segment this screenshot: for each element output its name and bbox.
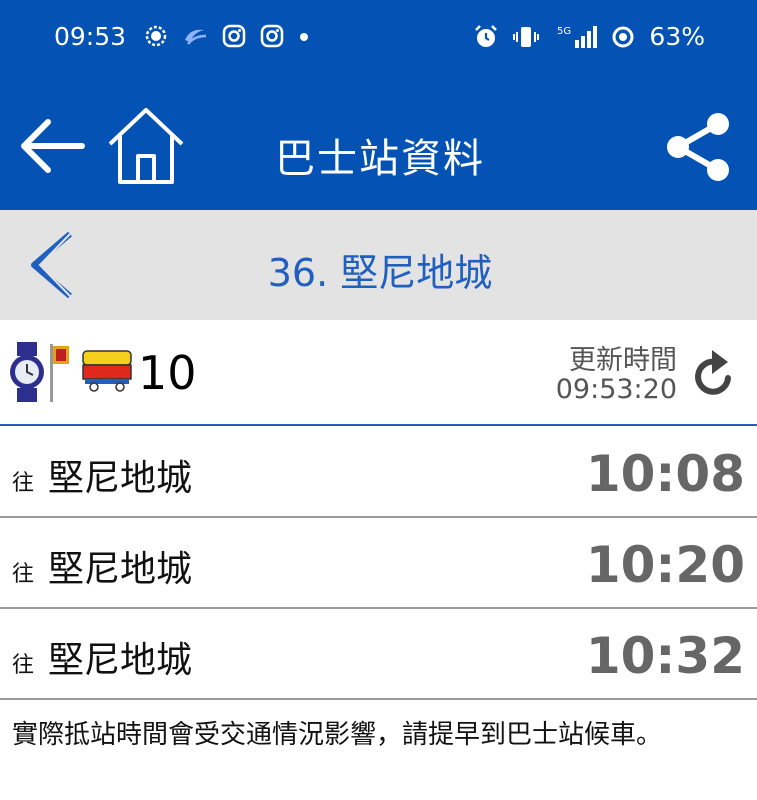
- eta-time: 10:20: [585, 536, 745, 594]
- bus-icon: [82, 350, 132, 392]
- eta-row: 往 堅尼地城 10:08: [0, 427, 757, 518]
- eta-destination: 堅尼地城: [48, 549, 193, 590]
- watch-icon: [10, 342, 44, 402]
- route-number: 10: [138, 346, 197, 400]
- share-icon[interactable]: [664, 110, 734, 184]
- status-bar: 09:53 5G 63%: [0, 0, 757, 76]
- signal-bars-icon: 5G: [557, 25, 598, 48]
- instagram-icon: [260, 24, 284, 48]
- eta-direction-label: 往: [12, 653, 35, 678]
- instagram-icon: [222, 24, 246, 48]
- messenger-icon: [185, 29, 207, 45]
- network-type: 5G: [557, 26, 571, 37]
- alarm-icon: [475, 24, 498, 47]
- bus-stop-flag-icon: [50, 344, 69, 402]
- eta-time: 10:08: [585, 445, 745, 503]
- system-status: 5G 63%: [473, 22, 705, 51]
- update-label: 更新時間: [569, 345, 677, 376]
- status-time: 09:53: [54, 22, 127, 51]
- eta-row: 往 堅尼地城 10:20: [0, 518, 757, 609]
- chevron-left-icon[interactable]: [24, 228, 80, 302]
- update-time: 09:53:20: [555, 374, 677, 405]
- app-header: 09:53 5G 63% 巴士站資料: [0, 0, 757, 210]
- eta-time: 10:32: [585, 627, 745, 685]
- eta-direction-label: 往: [12, 471, 35, 496]
- refresh-icon[interactable]: [690, 348, 738, 400]
- eta-destination: 堅尼地城: [48, 640, 193, 681]
- vibrate-icon: [513, 26, 540, 47]
- back-arrow-icon[interactable]: [18, 112, 86, 180]
- eta-destination: 堅尼地城: [48, 458, 193, 499]
- stop-name: 36. 堅尼地城: [267, 251, 493, 295]
- traffic-notice: 實際抵站時間會受交通情況影響，請提早到巴士站候車。: [12, 720, 663, 750]
- eta-direction-label: 往: [12, 562, 35, 587]
- page-title: 巴士站資料: [275, 136, 485, 182]
- battery-percent: 63%: [649, 22, 705, 51]
- battery-ring-icon: [612, 26, 634, 47]
- signal-app-icon: [145, 25, 167, 47]
- dot-icon: [300, 33, 308, 41]
- eta-row: 往 堅尼地城 10:32: [0, 609, 757, 700]
- home-icon[interactable]: [104, 104, 188, 188]
- notification-icons: [144, 24, 310, 48]
